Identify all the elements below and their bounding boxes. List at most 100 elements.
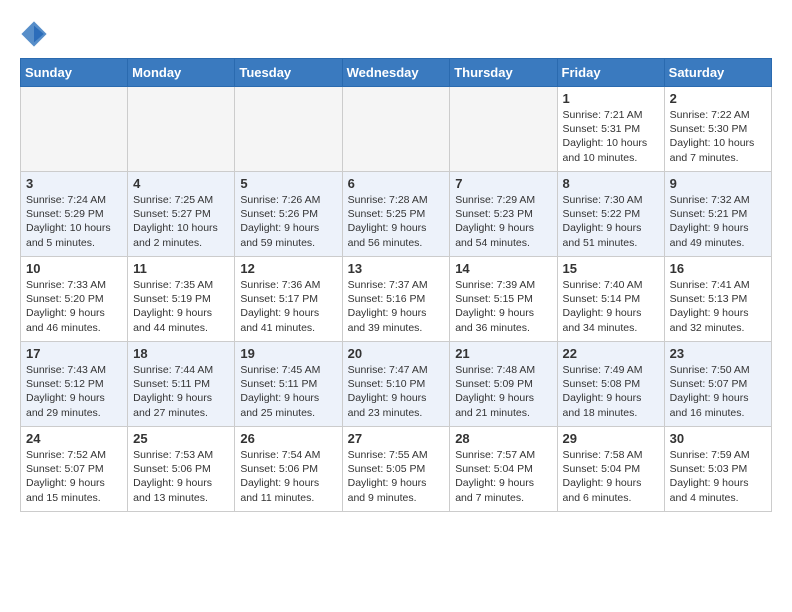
- calendar-cell: [450, 87, 557, 172]
- day-number: 2: [670, 91, 766, 106]
- calendar-cell: 6 Sunrise: 7:28 AM Sunset: 5:25 PM Daylig…: [342, 172, 450, 257]
- calendar-week-4: 17 Sunrise: 7:43 AM Sunset: 5:12 PM Dayli…: [21, 342, 772, 427]
- day-number: 16: [670, 261, 766, 276]
- day-info: Sunrise: 7:30 AM Sunset: 5:22 PM Dayligh…: [563, 193, 659, 250]
- day-info: Sunrise: 7:24 AM Sunset: 5:29 PM Dayligh…: [26, 193, 122, 250]
- calendar-cell: 13Sunrise: 7:37 AM Sunset: 5:16 PM Dayli…: [342, 257, 450, 342]
- day-info: Sunrise: 7:36 AM Sunset: 5:17 PM Dayligh…: [240, 278, 336, 335]
- weekday-header-monday: Monday: [128, 59, 235, 87]
- day-number: 21: [455, 346, 551, 361]
- calendar-cell: 10 Sunrise: 7:33 AM Sunset: 5:20 PM Dayli…: [21, 257, 128, 342]
- day-number: 1: [563, 91, 659, 106]
- calendar-cell: 12 Sunrise: 7:36 AM Sunset: 5:17 PM Dayli…: [235, 257, 342, 342]
- calendar-week-1: 1 Sunrise: 7:21 AM Sunset: 5:31 PM Daylig…: [21, 87, 772, 172]
- day-info: Sunrise: 7:43 AM Sunset: 5:12 PM Dayligh…: [26, 363, 122, 420]
- calendar-cell: 24 Sunrise: 7:52 AM Sunset: 5:07 PM Dayli…: [21, 427, 128, 512]
- calendar-cell: 8 Sunrise: 7:30 AM Sunset: 5:22 PM Daylig…: [557, 172, 664, 257]
- calendar-cell: 4 Sunrise: 7:25 AM Sunset: 5:27 PM Daylig…: [128, 172, 235, 257]
- day-info: Sunrise: 7:25 AM Sunset: 5:27 PM Dayligh…: [133, 193, 229, 250]
- calendar-cell: 25 Sunrise: 7:53 AM Sunset: 5:06 PM Dayli…: [128, 427, 235, 512]
- day-info: Sunrise: 7:41 AM Sunset: 5:13 PM Dayligh…: [670, 278, 766, 335]
- day-info: Sunrise: 7:47 AM Sunset: 5:10 PM Dayligh…: [348, 363, 445, 420]
- calendar-cell: 28Sunrise: 7:57 AM Sunset: 5:04 PM Dayli…: [450, 427, 557, 512]
- day-info: Sunrise: 7:33 AM Sunset: 5:20 PM Dayligh…: [26, 278, 122, 335]
- day-info: Sunrise: 7:39 AM Sunset: 5:15 PM Dayligh…: [455, 278, 551, 335]
- calendar-cell: 5Sunrise: 7:26 AM Sunset: 5:26 PM Daylig…: [235, 172, 342, 257]
- day-number: 8: [563, 176, 659, 191]
- day-number: 3: [26, 176, 122, 191]
- calendar-cell: 19 Sunrise: 7:45 AM Sunset: 5:11 PM Dayli…: [235, 342, 342, 427]
- day-info: Sunrise: 7:50 AM Sunset: 5:07 PM Dayligh…: [670, 363, 766, 420]
- day-info: Sunrise: 7:21 AM Sunset: 5:31 PM Dayligh…: [563, 108, 659, 165]
- day-info: Sunrise: 7:35 AM Sunset: 5:19 PM Dayligh…: [133, 278, 229, 335]
- day-number: 15: [563, 261, 659, 276]
- day-number: 25: [133, 431, 229, 446]
- calendar-week-2: 3 Sunrise: 7:24 AM Sunset: 5:29 PM Daylig…: [21, 172, 772, 257]
- calendar-cell: [128, 87, 235, 172]
- day-info: Sunrise: 7:32 AM Sunset: 5:21 PM Dayligh…: [670, 193, 766, 250]
- logo: [20, 20, 52, 48]
- day-info: Sunrise: 7:44 AM Sunset: 5:11 PM Dayligh…: [133, 363, 229, 420]
- day-number: 9: [670, 176, 766, 191]
- calendar-cell: 18 Sunrise: 7:44 AM Sunset: 5:11 PM Dayli…: [128, 342, 235, 427]
- calendar-cell: 2 Sunrise: 7:22 AM Sunset: 5:30 PM Daylig…: [664, 87, 771, 172]
- day-info: Sunrise: 7:53 AM Sunset: 5:06 PM Dayligh…: [133, 448, 229, 505]
- calendar-cell: 29 Sunrise: 7:58 AM Sunset: 5:04 PM Dayli…: [557, 427, 664, 512]
- day-number: 23: [670, 346, 766, 361]
- day-number: 27: [348, 431, 445, 446]
- day-number: 17: [26, 346, 122, 361]
- day-info: Sunrise: 7:49 AM Sunset: 5:08 PM Dayligh…: [563, 363, 659, 420]
- day-number: 10: [26, 261, 122, 276]
- day-info: Sunrise: 7:28 AM Sunset: 5:25 PM Dayligh…: [348, 193, 445, 250]
- day-number: 22: [563, 346, 659, 361]
- day-info: Sunrise: 7:54 AM Sunset: 5:06 PM Dayligh…: [240, 448, 336, 505]
- day-info: Sunrise: 7:45 AM Sunset: 5:11 PM Dayligh…: [240, 363, 336, 420]
- logo-icon: [20, 20, 48, 48]
- calendar-cell: 11 Sunrise: 7:35 AM Sunset: 5:19 PM Dayli…: [128, 257, 235, 342]
- weekday-header-tuesday: Tuesday: [235, 59, 342, 87]
- day-number: 24: [26, 431, 122, 446]
- calendar-cell: 7 Sunrise: 7:29 AM Sunset: 5:23 PM Daylig…: [450, 172, 557, 257]
- calendar-week-3: 10 Sunrise: 7:33 AM Sunset: 5:20 PM Dayli…: [21, 257, 772, 342]
- weekday-header-friday: Friday: [557, 59, 664, 87]
- day-number: 6: [348, 176, 445, 191]
- calendar-cell: 22 Sunrise: 7:49 AM Sunset: 5:08 PM Dayli…: [557, 342, 664, 427]
- day-info: Sunrise: 7:29 AM Sunset: 5:23 PM Dayligh…: [455, 193, 551, 250]
- day-number: 26: [240, 431, 336, 446]
- day-number: 4: [133, 176, 229, 191]
- calendar-cell: 27 Sunrise: 7:55 AM Sunset: 5:05 PM Dayli…: [342, 427, 450, 512]
- day-info: Sunrise: 7:48 AM Sunset: 5:09 PM Dayligh…: [455, 363, 551, 420]
- page-header: [20, 20, 772, 48]
- day-number: 11: [133, 261, 229, 276]
- calendar-cell: [235, 87, 342, 172]
- day-number: 30: [670, 431, 766, 446]
- day-number: 29: [563, 431, 659, 446]
- day-info: Sunrise: 7:57 AM Sunset: 5:04 PM Dayligh…: [455, 448, 551, 505]
- day-number: 7: [455, 176, 551, 191]
- day-info: Sunrise: 7:40 AM Sunset: 5:14 PM Dayligh…: [563, 278, 659, 335]
- day-number: 12: [240, 261, 336, 276]
- day-number: 18: [133, 346, 229, 361]
- calendar-cell: 17 Sunrise: 7:43 AM Sunset: 5:12 PM Dayli…: [21, 342, 128, 427]
- calendar-cell: 23 Sunrise: 7:50 AM Sunset: 5:07 PM Dayli…: [664, 342, 771, 427]
- day-number: 13: [348, 261, 445, 276]
- day-number: 20: [348, 346, 445, 361]
- day-info: Sunrise: 7:59 AM Sunset: 5:03 PM Dayligh…: [670, 448, 766, 505]
- day-number: 14: [455, 261, 551, 276]
- calendar-table: SundayMondayTuesdayWednesdayThursdayFrid…: [20, 58, 772, 512]
- day-info: Sunrise: 7:55 AM Sunset: 5:05 PM Dayligh…: [348, 448, 445, 505]
- calendar-cell: 16 Sunrise: 7:41 AM Sunset: 5:13 PM Dayli…: [664, 257, 771, 342]
- day-info: Sunrise: 7:22 AM Sunset: 5:30 PM Dayligh…: [670, 108, 766, 165]
- calendar-cell: 20 Sunrise: 7:47 AM Sunset: 5:10 PM Dayli…: [342, 342, 450, 427]
- calendar-cell: 3 Sunrise: 7:24 AM Sunset: 5:29 PM Daylig…: [21, 172, 128, 257]
- calendar-cell: [21, 87, 128, 172]
- calendar-cell: 26 Sunrise: 7:54 AM Sunset: 5:06 PM Dayli…: [235, 427, 342, 512]
- calendar-cell: [342, 87, 450, 172]
- weekday-header-wednesday: Wednesday: [342, 59, 450, 87]
- day-info: Sunrise: 7:52 AM Sunset: 5:07 PM Dayligh…: [26, 448, 122, 505]
- calendar-cell: 15 Sunrise: 7:40 AM Sunset: 5:14 PM Dayli…: [557, 257, 664, 342]
- weekday-header-thursday: Thursday: [450, 59, 557, 87]
- calendar-cell: 14 Sunrise: 7:39 AM Sunset: 5:15 PM Dayli…: [450, 257, 557, 342]
- day-info: Sunrise: 7:58 AM Sunset: 5:04 PM Dayligh…: [563, 448, 659, 505]
- day-number: 19: [240, 346, 336, 361]
